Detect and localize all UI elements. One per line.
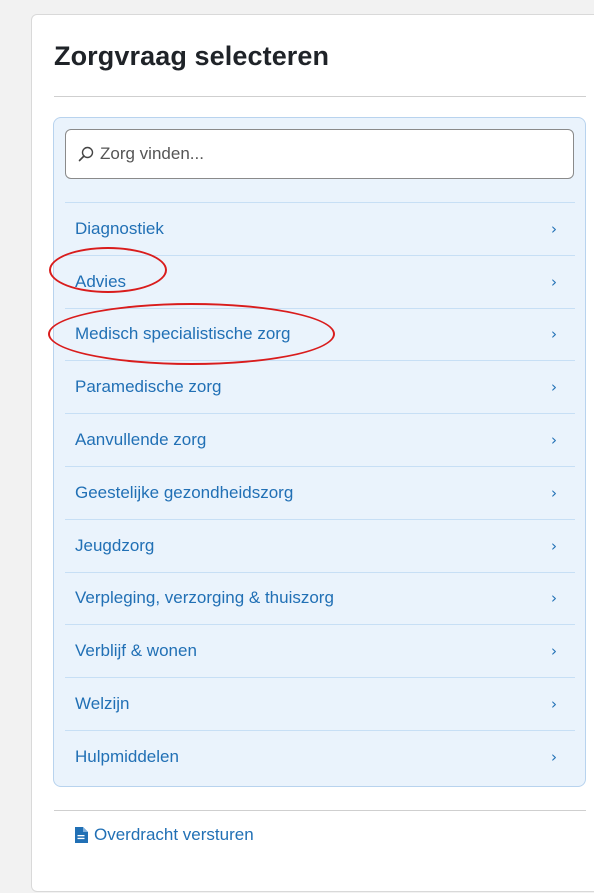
page-title: Zorgvraag selecteren [54, 41, 330, 71]
care-selection-card: Zorgvraag selecteren Diagnostiek › Advie… [31, 14, 594, 892]
category-item-geestelijke-gezondheidszorg[interactable]: Geestelijke gezondheidszorg › [65, 465, 575, 519]
category-item-aanvullende-zorg[interactable]: Aanvullende zorg › [65, 413, 575, 466]
footer-divider [54, 810, 586, 811]
category-item-welzijn[interactable]: Welzijn › [65, 677, 575, 730]
chevron-right-icon: › [551, 589, 557, 608]
title-divider [54, 96, 586, 97]
category-item-diagnostiek[interactable]: Diagnostiek › [65, 202, 575, 255]
category-item-verblijf-wonen[interactable]: Verblijf & wonen › [65, 624, 575, 677]
category-label: Advies [75, 271, 127, 291]
chevron-right-icon: › [551, 642, 557, 661]
chevron-right-icon: › [551, 483, 557, 502]
search-icon [78, 146, 94, 162]
search-box[interactable] [65, 129, 574, 179]
category-label: Paramedische zorg [75, 377, 222, 397]
category-item-advies[interactable]: Advies › [65, 254, 575, 308]
category-label: Welzijn [75, 694, 130, 714]
category-label: Verblijf & wonen [75, 641, 197, 661]
chevron-right-icon: › [551, 378, 557, 397]
category-item-verpleging-verzorging-thuiszorg[interactable]: Verpleging, verzorging & thuiszorg › [65, 571, 575, 625]
chevron-right-icon: › [551, 272, 557, 291]
category-label: Aanvullende zorg [75, 430, 207, 450]
category-label: Hulpmiddelen [75, 746, 179, 766]
chevron-right-icon: › [551, 695, 557, 714]
category-label: Medisch specialistische zorg [75, 324, 291, 344]
category-item-jeugdzorg[interactable]: Jeugdzorg › [65, 518, 575, 572]
send-transfer-label: Overdracht versturen [94, 825, 254, 844]
document-icon [75, 827, 88, 843]
chevron-right-icon: › [551, 219, 557, 238]
chevron-right-icon: › [551, 325, 557, 344]
category-item-medisch-specialistische-zorg[interactable]: Medisch specialistische zorg › [65, 307, 575, 361]
send-transfer-link[interactable]: Overdracht versturen [74, 825, 254, 845]
search-input[interactable] [100, 144, 560, 164]
category-label: Verpleging, verzorging & thuiszorg [75, 588, 334, 608]
chevron-right-icon: › [551, 431, 557, 450]
category-label: Diagnostiek [75, 218, 164, 238]
category-panel: Diagnostiek › Advies › Medisch specialis… [53, 117, 586, 787]
category-item-paramedische-zorg[interactable]: Paramedische zorg › [65, 360, 575, 413]
category-label: Geestelijke gezondheidszorg [75, 482, 294, 502]
category-list: Diagnostiek › Advies › Medisch specialis… [65, 202, 575, 783]
category-item-hulpmiddelen[interactable]: Hulpmiddelen › [65, 729, 575, 783]
chevron-right-icon: › [551, 747, 557, 766]
category-label: Jeugdzorg [75, 535, 155, 555]
chevron-right-icon: › [551, 536, 557, 555]
